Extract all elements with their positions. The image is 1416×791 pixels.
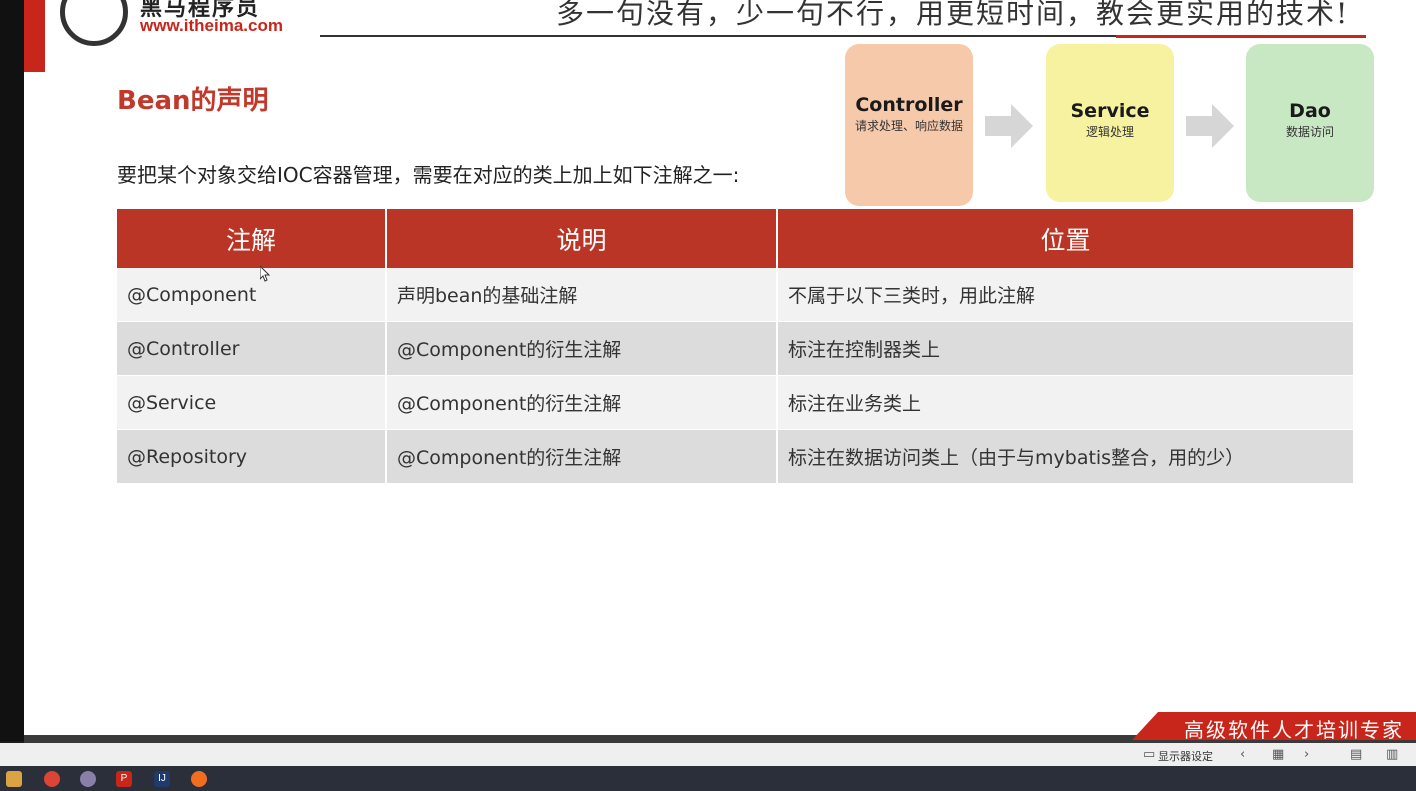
next-slide-icon[interactable]: › <box>1304 747 1309 762</box>
table-cell: @Service <box>117 375 387 430</box>
table-cell: 标注在业务类上 <box>777 375 1353 430</box>
flow-arrow-icon <box>985 104 1033 148</box>
table-cell: 标注在数据访问类上（由于与mybatis整合，用的少） <box>777 429 1353 484</box>
table-cell: 不属于以下三类时，用此注解 <box>777 268 1353 322</box>
slide-subtitle: 要把某个对象交给IOC容器管理，需要在对应的类上加上如下注解之一: <box>117 163 740 187</box>
flow-box-desc: 数据访问 <box>1285 125 1334 139</box>
footer-banner-text: 高级软件人才培训专家 <box>1184 718 1404 742</box>
app-icon[interactable] <box>80 771 96 787</box>
slideshow-view-icon[interactable]: ▥ <box>1386 747 1398 762</box>
intellij-icon[interactable]: IJ <box>154 771 170 787</box>
chrome-icon[interactable] <box>44 771 60 787</box>
table-cell: @Controller <box>117 321 387 376</box>
flow-box-controller: Controller 请求处理、响应数据 <box>845 44 973 206</box>
table-cell: @Component的衍生注解 <box>386 375 778 430</box>
flow-arrow-icon <box>1186 104 1234 148</box>
table-header-location: 位置 <box>777 209 1353 268</box>
table-header-annotation: 注解 <box>117 209 387 268</box>
flow-box-service: Service 逻辑处理 <box>1046 44 1174 202</box>
annotation-table: 注解 说明 位置 @Component 声明bean的基础注解 不属于以下三类时… <box>117 209 1353 484</box>
table-row: @Controller @Component的衍生注解 标注在控制器类上 <box>117 321 1353 376</box>
flow-box-dao: Dao 数据访问 <box>1246 44 1374 202</box>
header-slogan: 多一句没有，少一句不行，用更短时间，教会更实用的技术! <box>556 0 1350 30</box>
monitor-icon[interactable]: ▭ <box>1143 747 1155 762</box>
brand-url: www.itheima.com <box>140 16 283 35</box>
table-header-description: 说明 <box>386 209 778 268</box>
table-cell: 标注在控制器类上 <box>777 321 1353 376</box>
slide-grid-icon[interactable]: ▦ <box>1272 747 1284 762</box>
header-divider-accent <box>1116 35 1366 38</box>
app-icon-orange[interactable] <box>191 771 207 787</box>
table-cell: @Component的衍生注解 <box>386 429 778 484</box>
powerpoint-icon[interactable]: P <box>116 771 132 787</box>
window-left-edge <box>0 0 24 741</box>
reading-view-icon[interactable]: ▤ <box>1350 747 1362 762</box>
table-row: @Component 声明bean的基础注解 不属于以下三类时，用此注解 <box>117 268 1353 322</box>
flow-box-desc: 逻辑处理 <box>1085 125 1134 139</box>
table-header-row: 注解 说明 位置 <box>117 209 1353 268</box>
table-cell: @Repository <box>117 429 387 484</box>
slide-title: Bean的声明 <box>117 86 269 116</box>
table-row: @Service @Component的衍生注解 标注在业务类上 <box>117 375 1353 430</box>
flow-box-name: Controller <box>855 94 963 116</box>
table-row: @Repository @Component的衍生注解 标注在数据访问类上（由于… <box>117 429 1353 484</box>
flow-box-name: Service <box>1070 100 1150 122</box>
display-settings-button[interactable]: 显示器设定 <box>1158 748 1213 764</box>
slide-red-accent-tab <box>24 0 45 72</box>
table-cell: @Component <box>117 268 387 322</box>
mouse-cursor-icon <box>260 266 270 282</box>
file-explorer-icon[interactable] <box>6 771 22 787</box>
flow-box-desc: 请求处理、响应数据 <box>854 119 963 133</box>
flow-box-name: Dao <box>1289 100 1331 122</box>
table-cell: @Component的衍生注解 <box>386 321 778 376</box>
os-taskbar <box>0 766 1416 791</box>
table-cell: 声明bean的基础注解 <box>386 268 778 322</box>
previous-slide-icon[interactable]: ‹ <box>1240 747 1245 762</box>
